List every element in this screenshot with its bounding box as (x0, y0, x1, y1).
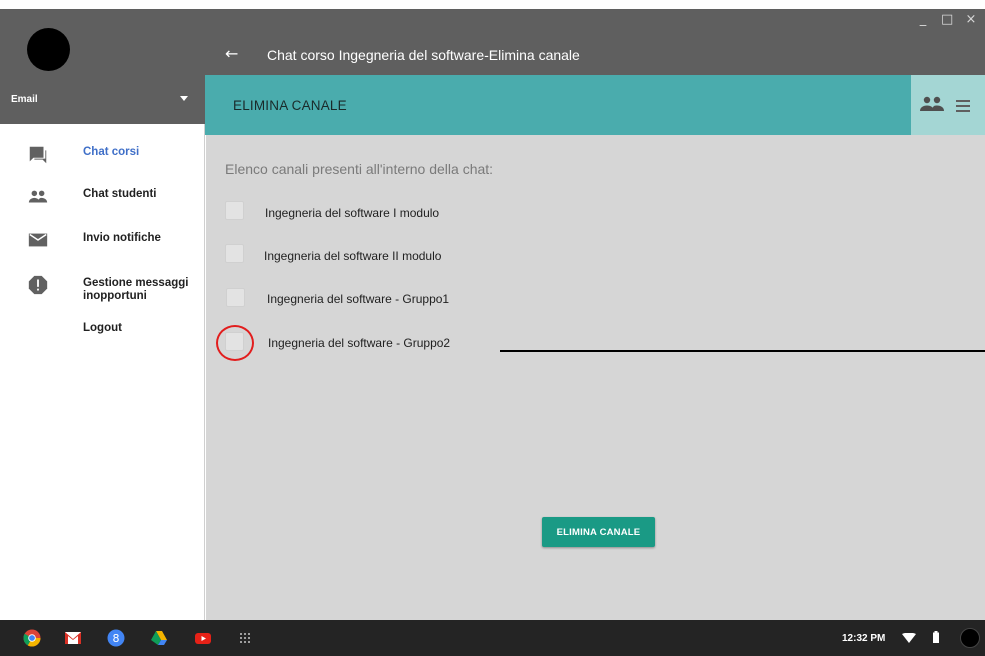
people-icon[interactable] (920, 95, 944, 113)
channel-label: Ingegneria del software II modulo (264, 249, 442, 263)
main-content: Elenco canali presenti all'interno della… (206, 135, 985, 620)
svg-text:8: 8 (113, 632, 120, 645)
channel-label: Ingegneria del software - Gruppo1 (267, 292, 450, 306)
maximize-button[interactable]: □ (941, 12, 953, 27)
people-icon (28, 190, 48, 203)
list-item: Ingegneria del software I modulo (206, 201, 985, 225)
annotation-circle (216, 325, 254, 361)
gmail-icon[interactable] (64, 629, 82, 647)
drive-icon[interactable] (150, 629, 168, 647)
list-item: Ingegneria del software - Gruppo1 (206, 288, 985, 312)
chrome-icon[interactable] (23, 629, 41, 647)
user-avatar[interactable] (960, 628, 980, 648)
google-plus-icon[interactable]: 8 (107, 629, 125, 647)
chat-icon (29, 146, 47, 164)
screen: _ □ × Email Chat corsi Chat studenti Inv… (0, 0, 985, 656)
avatar[interactable] (27, 28, 70, 71)
section-title: ELIMINA CANALE (233, 98, 347, 113)
sidebar-item-label: Invio notifiche (83, 232, 161, 244)
sidebar: Chat corsi Chat studenti Invio notifiche… (0, 124, 205, 620)
taskbar: 8 12:32 PM (0, 620, 985, 656)
app-launcher-icon[interactable] (236, 629, 254, 647)
battery-icon[interactable] (933, 631, 939, 643)
account-dropdown-icon[interactable] (180, 96, 188, 101)
account-header: Email (0, 9, 205, 124)
menu-icon[interactable] (956, 100, 970, 112)
channel-checkbox[interactable] (226, 288, 245, 307)
wifi-icon[interactable] (902, 633, 916, 643)
channel-checkbox[interactable] (225, 244, 244, 263)
window-title-bar: _ □ × (205, 9, 985, 35)
page-title: Chat corso Ingegneria del software-Elimi… (267, 47, 580, 63)
mail-icon (28, 233, 48, 247)
channel-list-heading: Elenco canali presenti all'interno della… (225, 161, 494, 177)
sidebar-item-label: Gestione messaggi inopportuni (83, 277, 189, 302)
channel-label: Ingegneria del software - Gruppo2 (268, 336, 451, 350)
account-email[interactable]: Email (11, 94, 38, 105)
list-item: Ingegneria del software - Gruppo2 (206, 332, 985, 356)
app-bar: ← Chat corso Ingegneria del software-Eli… (205, 35, 985, 75)
back-arrow-icon[interactable]: ← (225, 44, 238, 63)
sidebar-item-label: Chat corsi (83, 146, 140, 158)
channel-checkbox[interactable] (225, 201, 244, 220)
section-toolbar: ELIMINA CANALE (205, 75, 911, 135)
annotation-line (500, 350, 985, 352)
sidebar-item-label: Logout (83, 322, 122, 334)
sidebar-item-label: Chat studenti (83, 188, 157, 200)
youtube-icon[interactable] (194, 629, 212, 647)
elimina-canale-button[interactable]: ELIMINA CANALE (542, 517, 655, 547)
clock[interactable]: 12:32 PM (842, 633, 885, 644)
window-controls: _ □ × (917, 12, 977, 27)
toolbar-actions (911, 75, 985, 135)
close-button[interactable]: × (965, 12, 977, 27)
list-item: Ingegneria del software II modulo (206, 244, 985, 268)
minimize-button[interactable]: _ (917, 12, 929, 27)
alert-icon (28, 275, 48, 295)
channel-label: Ingegneria del software I modulo (265, 206, 440, 220)
